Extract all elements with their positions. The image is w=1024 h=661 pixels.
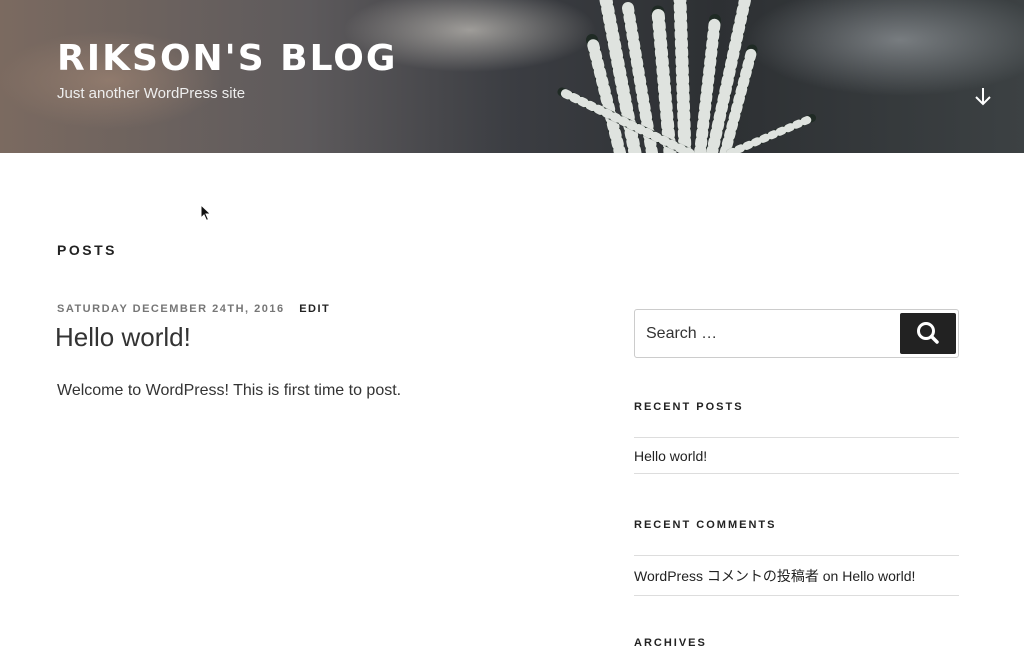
search-button[interactable] — [900, 313, 956, 354]
post-meta: SATURDAY DECEMBER 24TH, 2016 EDIT — [57, 303, 330, 315]
recent-posts-title: RECENT POSTS — [634, 401, 744, 413]
edit-post-link[interactable]: EDIT — [299, 303, 330, 315]
search-icon — [917, 322, 939, 344]
recent-posts-list: Hello world! — [634, 437, 959, 474]
list-item: Hello world! — [634, 438, 959, 474]
comment-post-link[interactable]: Hello world! — [842, 568, 915, 584]
archives-title: ARCHIVES — [634, 637, 707, 649]
post-content: Welcome to WordPress! This is first time… — [57, 382, 402, 399]
recent-comments-title: RECENT COMMENTS — [634, 519, 777, 531]
search-input[interactable] — [635, 310, 895, 357]
arrow-down-icon[interactable] — [972, 85, 994, 109]
site-header: RIKSON'S BLOG Just another WordPress sit… — [0, 0, 1024, 153]
recent-comments-list: WordPress コメントの投稿者 on Hello world! — [634, 555, 959, 596]
recent-post-link[interactable]: Hello world! — [634, 448, 707, 464]
site-description: Just another WordPress site — [57, 85, 246, 102]
mouse-cursor-icon — [200, 203, 212, 227]
post-date-link[interactable]: SATURDAY DECEMBER 24TH, 2016 — [57, 303, 285, 315]
comment-author-link[interactable]: WordPress コメントの投稿者 — [634, 568, 819, 584]
search-form — [634, 309, 959, 358]
plant-header-image — [557, 0, 816, 153]
post-title[interactable]: Hello world! — [55, 322, 191, 353]
page-title: POSTS — [57, 242, 117, 258]
comment-on-text: on — [822, 568, 839, 584]
list-item: WordPress コメントの投稿者 on Hello world! — [634, 556, 959, 596]
site-title[interactable]: RIKSON'S BLOG — [57, 38, 397, 79]
